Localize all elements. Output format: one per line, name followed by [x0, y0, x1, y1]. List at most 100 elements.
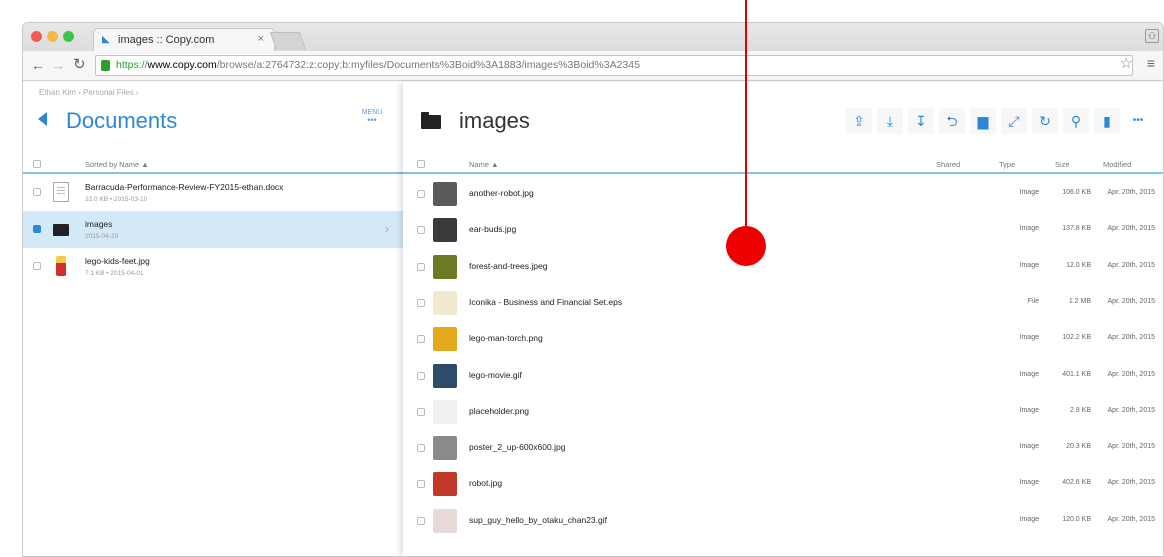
folder-add-icon[interactable]: ▆	[970, 108, 996, 134]
select-all-files-checkbox[interactable]	[417, 160, 425, 168]
left-list-item[interactable]: images 2015-04-20 ›	[23, 211, 403, 248]
folder-title: images	[459, 108, 530, 133]
row-checkbox[interactable]	[417, 335, 425, 344]
row-checkbox[interactable]	[417, 480, 425, 489]
file-row[interactable]: placeholder.png Image 2.8 KB Apr. 20th, 201…	[403, 394, 1163, 430]
file-size: 120.0 KB	[1062, 515, 1091, 523]
url-host: www.copy.com	[147, 59, 217, 71]
row-checkbox[interactable]	[417, 226, 425, 235]
file-modified: Apr. 20th, 2015	[1107, 479, 1155, 487]
chevron-right-icon: ›	[385, 222, 389, 236]
file-modified: Apr. 20th, 2015	[1107, 515, 1155, 523]
file-modified: Apr. 20th, 2015	[1107, 406, 1155, 414]
more-icon[interactable]: •••	[1125, 108, 1151, 134]
header-modified[interactable]: Modified	[1103, 160, 1131, 169]
file-name: poster_2_up-600x600.jpg	[469, 442, 566, 453]
file-thumbnail	[433, 327, 457, 352]
header-type[interactable]: Type	[999, 160, 1015, 169]
row-checkbox[interactable]	[417, 516, 425, 525]
file-size: 12.0 KB	[1066, 261, 1091, 269]
file-name: forest-and-trees.jpeg	[469, 260, 548, 271]
browser-toolbar: ← → ↻ https://www.copy.com/browse/a:2764…	[23, 51, 1163, 81]
file-thumbnail	[433, 363, 457, 388]
breadcrumb[interactable]: Ethan Kim › Personal Files ›	[39, 88, 139, 97]
item-name: images	[85, 219, 113, 229]
trash-icon[interactable]: ▮	[1094, 108, 1120, 134]
file-name: Iconika - Business and Financial Set.eps	[469, 296, 623, 307]
file-thumbnail	[433, 218, 457, 243]
header-shared[interactable]: Shared	[936, 160, 960, 169]
file-row[interactable]: lego-man-torch.png Image 102.2 KB Apr. 20th…	[403, 321, 1163, 357]
close-window-button[interactable]	[31, 31, 42, 42]
header-size[interactable]: Size	[1055, 160, 1070, 169]
file-modified: Apr. 20th, 2015	[1107, 370, 1155, 378]
row-checkbox[interactable]	[33, 188, 41, 196]
forward-icon[interactable]: →	[51, 57, 65, 73]
row-checkbox[interactable]	[417, 407, 425, 416]
header-name[interactable]: Name ▲	[469, 160, 499, 169]
row-checkbox[interactable]	[417, 444, 425, 453]
browser-tab[interactable]: ◣ images :: Copy.com ×	[93, 28, 275, 51]
move-icon[interactable]: ⮌	[939, 108, 965, 134]
file-size: 106.0 KB	[1062, 189, 1091, 196]
row-checkbox[interactable]	[33, 262, 41, 270]
bookmark-star-icon[interactable]: ☆	[1120, 54, 1133, 72]
left-list-item[interactable]: Barracuda-Performance-Review-FY2015-etha…	[23, 174, 403, 211]
file-name: lego-movie.gif	[469, 369, 522, 380]
right-pane: images ⇪ ⤓ ↧ ⮌ ▆ ⤢ ↻ ⚲ ▮ ••• Name ▲ Shared Type S…	[403, 82, 1163, 556]
share-icon[interactable]: ⇪	[846, 108, 872, 134]
item-name: Barracuda-Performance-Review-FY2015-etha…	[85, 182, 284, 192]
hamburger-menu-icon[interactable]: ≡	[1147, 55, 1155, 71]
file-size: 2.8 KB	[1069, 406, 1091, 414]
file-type: Image	[1019, 443, 1039, 451]
item-meta: 7.1 KB • 2015-04-01	[85, 270, 144, 277]
tab-close-icon[interactable]: ×	[258, 33, 264, 45]
file-row[interactable]: sup_guy_hello_by_otaku_chan23.gif Image 12…	[403, 503, 1163, 539]
tab-title: images :: Copy.com	[118, 34, 215, 46]
file-row[interactable]: another-robot.jpg Image 106.0 KB Apr. 20th,…	[403, 176, 1163, 212]
file-size: 137.8 KB	[1062, 225, 1091, 233]
download-icon[interactable]: ⤓	[877, 108, 903, 134]
file-thumbnail	[433, 508, 457, 533]
row-checkbox[interactable]	[417, 371, 425, 380]
file-thumbnail	[433, 436, 457, 461]
reload-icon[interactable]: ↻	[73, 57, 86, 73]
file-row[interactable]: ear-buds.jpg Image 137.8 KB Apr. 20th, 2015	[403, 212, 1163, 248]
download-alt-icon[interactable]: ↧	[908, 108, 934, 134]
file-size: 20.3 KB	[1066, 443, 1091, 451]
browser-window: ◣ images :: Copy.com × ⚇ ← → ↻ https://w…	[22, 22, 1164, 557]
file-row[interactable]: robot.jpg Image 402.6 KB Apr. 20th, 2015	[403, 466, 1163, 502]
sort-label[interactable]: Sorted by Name ▲	[85, 160, 149, 169]
file-type: Image	[1019, 334, 1039, 342]
minimize-window-button[interactable]	[47, 31, 58, 42]
row-checkbox[interactable]	[417, 262, 425, 271]
menu-button[interactable]: MENU •••	[357, 109, 387, 131]
file-row[interactable]: lego-movie.gif Image 401.1 KB Apr. 20th, 20…	[403, 358, 1163, 394]
file-type: File	[1027, 297, 1039, 305]
row-checkbox[interactable]	[417, 298, 425, 307]
file-name: placeholder.png	[469, 405, 530, 416]
back-arrow-icon[interactable]	[38, 112, 47, 126]
back-icon[interactable]: ←	[31, 57, 45, 73]
select-all-checkbox[interactable]	[33, 160, 41, 168]
file-size: 102.2 KB	[1062, 334, 1091, 342]
file-row[interactable]: forest-and-trees.jpeg Image 12.0 KB Apr. 20…	[403, 249, 1163, 285]
file-row[interactable]: Iconika - Business and Financial Set.eps…	[403, 285, 1163, 321]
left-list-item[interactable]: lego-kids-feet.jpg 7.1 KB • 2015-04-01	[23, 248, 403, 285]
row-checkbox[interactable]	[417, 190, 425, 198]
file-type: Image	[1019, 225, 1039, 233]
file-row[interactable]: poster_2_up-600x600.jpg Image 20.3 KB Apr. …	[403, 430, 1163, 466]
file-type: Image	[1019, 515, 1039, 523]
row-checkbox[interactable]	[33, 225, 41, 233]
image-thumbnail	[56, 256, 66, 276]
search-icon[interactable]: ⚲	[1063, 108, 1089, 134]
refresh-icon[interactable]: ↻	[1032, 108, 1058, 134]
maximize-window-button[interactable]	[63, 31, 74, 42]
file-name: another-robot.jpg	[469, 188, 534, 198]
link-icon[interactable]: ⤢	[1001, 108, 1027, 134]
new-tab-button[interactable]	[269, 32, 307, 50]
address-bar[interactable]: https://www.copy.com/browse/a:2764732:z:…	[95, 55, 1133, 76]
profile-icon[interactable]: ⚇	[1145, 29, 1159, 43]
file-modified: Apr. 20th, 2015	[1107, 297, 1155, 305]
parent-folder-title[interactable]: Documents	[66, 108, 177, 134]
